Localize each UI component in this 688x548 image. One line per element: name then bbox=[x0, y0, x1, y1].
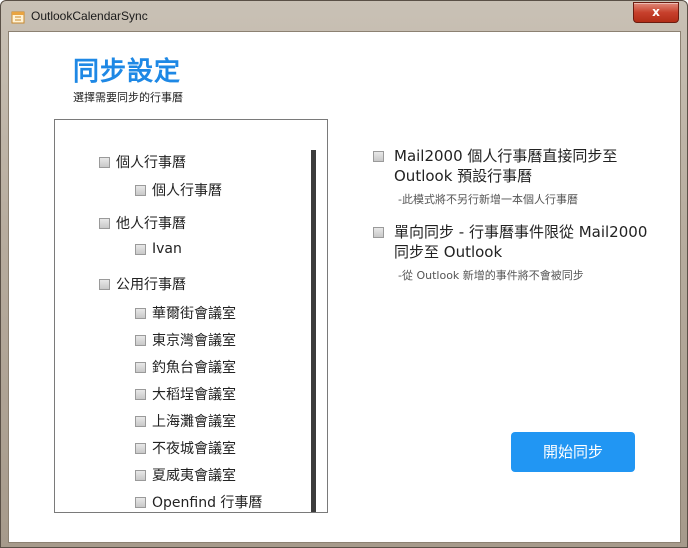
checkbox[interactable] bbox=[135, 469, 146, 481]
tree-item-label: 釣魚台會議室 bbox=[152, 360, 236, 376]
tree-item-label: Ivan bbox=[152, 241, 182, 257]
option-label: 單向同步 - 行事曆事件限從 Mail2000 bbox=[394, 223, 648, 241]
calendar-tree: 個人行事曆 個人行事曆 他人行事曆 Ivan 公用行事曆 華爾街會議室 東京灣會… bbox=[54, 119, 328, 513]
checkbox[interactable] bbox=[135, 442, 146, 454]
tree-item-label: 上海灘會議室 bbox=[152, 414, 236, 430]
option-label: 同步至 Outlook bbox=[394, 243, 503, 261]
option-note: -此模式將不另行新增一本個人行事曆 bbox=[398, 193, 578, 206]
app-window: OutlookCalendarSync x 同步設定 選擇需要同步的行事曆 個人… bbox=[0, 0, 688, 548]
option-direct-sync[interactable]: Mail2000 個人行事曆直接同步至 Outlook 預設行事曆 bbox=[373, 146, 617, 186]
tree-group-public[interactable]: 公用行事曆 bbox=[99, 274, 186, 294]
option-label: Outlook 預設行事曆 bbox=[394, 167, 533, 185]
option-label: Mail2000 個人行事曆直接同步至 bbox=[394, 147, 618, 165]
page-title: 同步設定 bbox=[73, 57, 182, 87]
tree-item-label: 大稻埕會議室 bbox=[152, 387, 236, 403]
checkbox[interactable] bbox=[99, 278, 110, 290]
checkbox[interactable] bbox=[373, 227, 384, 238]
tree-group-personal[interactable]: 個人行事曆 bbox=[99, 152, 186, 172]
checkbox[interactable] bbox=[135, 496, 146, 508]
checkbox[interactable] bbox=[135, 334, 146, 346]
tree-item-label: 個人行事曆 bbox=[152, 183, 222, 199]
tree-item-label: Openfind 行事曆 bbox=[152, 495, 263, 511]
tree-group-label: 個人行事曆 bbox=[116, 155, 186, 171]
tree-item[interactable]: 上海灘會議室 bbox=[135, 411, 236, 431]
tree-item[interactable]: 東京灣會議室 bbox=[135, 330, 236, 350]
checkbox[interactable] bbox=[99, 217, 110, 229]
tree-item[interactable]: 釣魚台會議室 bbox=[135, 357, 236, 377]
tree-item-label: 夏威夷會議室 bbox=[152, 468, 236, 484]
tree-scrollbar[interactable] bbox=[311, 150, 316, 512]
tree-group-label: 公用行事曆 bbox=[116, 277, 186, 293]
option-one-way-sync[interactable]: 單向同步 - 行事曆事件限從 Mail2000 同步至 Outlook bbox=[373, 222, 647, 262]
tree-item[interactable]: Openfind 行事曆 bbox=[135, 492, 262, 512]
tree-item[interactable]: Ivan bbox=[135, 241, 182, 257]
tree-item[interactable]: 個人行事曆 bbox=[135, 180, 222, 200]
checkbox[interactable] bbox=[135, 388, 146, 400]
page-subtitle: 選擇需要同步的行事曆 bbox=[73, 91, 183, 104]
close-icon: x bbox=[652, 5, 660, 19]
option-note: -從 Outlook 新增的事件將不會被同步 bbox=[398, 269, 584, 282]
tree-item[interactable]: 不夜城會議室 bbox=[135, 438, 236, 458]
checkbox[interactable] bbox=[135, 415, 146, 427]
checkbox[interactable] bbox=[135, 184, 146, 196]
checkbox[interactable] bbox=[135, 307, 146, 319]
window-title: OutlookCalendarSync bbox=[31, 9, 148, 23]
tree-item-label: 不夜城會議室 bbox=[152, 441, 236, 457]
title-bar[interactable]: OutlookCalendarSync x bbox=[1, 1, 687, 33]
checkbox[interactable] bbox=[99, 156, 110, 168]
close-button[interactable]: x bbox=[633, 2, 679, 23]
checkbox[interactable] bbox=[135, 361, 146, 373]
tree-group-label: 他人行事曆 bbox=[116, 216, 186, 232]
tree-group-others[interactable]: 他人行事曆 bbox=[99, 213, 186, 233]
start-sync-button[interactable]: 開始同步 bbox=[511, 432, 635, 472]
tree-item-label: 東京灣會議室 bbox=[152, 333, 236, 349]
checkbox[interactable] bbox=[135, 243, 146, 255]
tree-item-label: 華爾街會議室 bbox=[152, 306, 236, 322]
tree-item[interactable]: 夏威夷會議室 bbox=[135, 465, 236, 485]
tree-item[interactable]: 大稻埕會議室 bbox=[135, 384, 236, 404]
checkbox[interactable] bbox=[373, 151, 384, 162]
calendar-app-icon bbox=[11, 11, 25, 24]
tree-item[interactable]: 華爾街會議室 bbox=[135, 303, 236, 323]
